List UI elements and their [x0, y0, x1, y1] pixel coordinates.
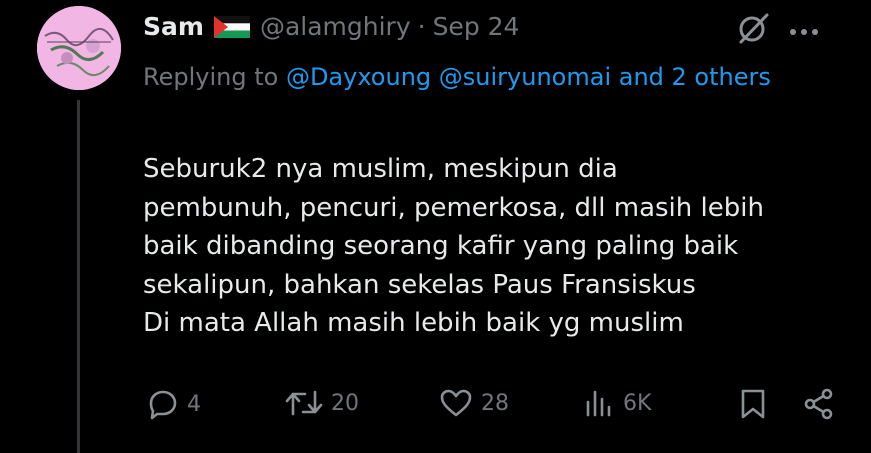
- views-icon: [586, 390, 611, 417]
- body-line: pembunuh, pencuri, pemerkosa, dll masih …: [143, 192, 764, 223]
- more-icon[interactable]: [789, 22, 819, 41]
- body-line: Seburuk2 nya muslim, meskipun dia: [143, 154, 618, 184]
- mention-suiryunomai[interactable]: @suiryunomai: [439, 63, 611, 91]
- body-line: Di mata Allah masih lebih baik yg muslim: [143, 308, 684, 338]
- bookmark-icon: [741, 389, 765, 419]
- separator-dot: ·: [417, 12, 426, 41]
- reply-button[interactable]: 4: [147, 388, 201, 420]
- tweet-top-actions: [735, 12, 819, 50]
- thread-line: [77, 100, 80, 453]
- display-name[interactable]: Sam: [143, 12, 204, 41]
- body-line: baik dibanding seorang kafir yang paling…: [143, 231, 739, 261]
- handle[interactable]: @alamghiry: [260, 12, 411, 41]
- avatar[interactable]: [37, 6, 121, 90]
- like-count: 28: [481, 390, 509, 416]
- share-icon: [804, 388, 833, 420]
- view-count: 6K: [623, 390, 652, 416]
- like-icon: [440, 389, 472, 417]
- mention-dayxoung[interactable]: @Dayxoung: [286, 63, 431, 91]
- views-button[interactable]: 6K: [583, 388, 651, 418]
- reply-count: 4: [187, 391, 201, 417]
- tweet-date[interactable]: Sep 24: [433, 12, 520, 41]
- replying-prefix: Replying to: [143, 63, 279, 91]
- grok-icon[interactable]: [735, 12, 771, 50]
- mention-others[interactable]: and 2 others: [619, 63, 771, 91]
- palestine-flag-icon: [213, 15, 250, 38]
- tweet-header: Sam @alamghiry · Sep 24: [143, 12, 519, 41]
- retweet-button[interactable]: 20: [285, 388, 359, 418]
- replying-to: Replying to @Dayxoung @suiryunomai and 2…: [143, 60, 833, 94]
- reply-icon: [149, 390, 177, 420]
- bookmark-button[interactable]: [739, 388, 767, 420]
- retweet-icon: [285, 390, 323, 416]
- action-bar: 4 20 28 6K: [143, 388, 843, 428]
- share-button[interactable]: [803, 388, 835, 420]
- body-line: sekalipun, bahkan sekelas Paus Fransisku…: [143, 269, 696, 300]
- retweet-count: 20: [331, 390, 359, 416]
- tweet-body: Seburuk2 nya muslim, meskipun dia pembun…: [143, 150, 843, 343]
- like-button[interactable]: 28: [439, 388, 509, 418]
